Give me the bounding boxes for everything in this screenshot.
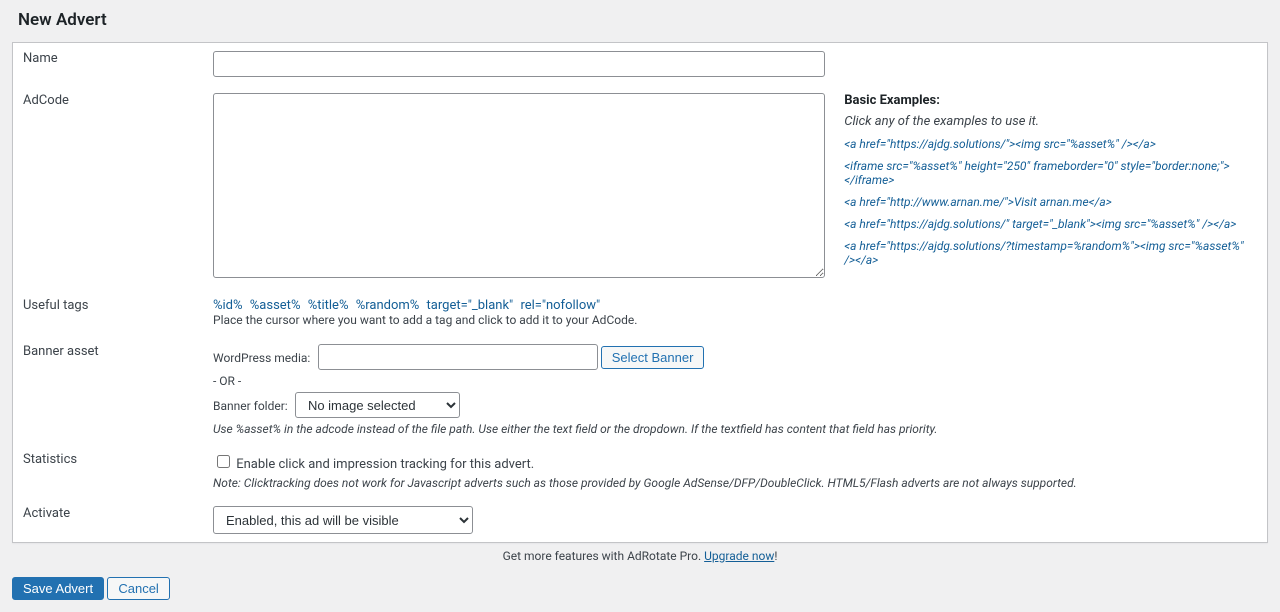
banner-folder-label: Banner folder: — [213, 399, 288, 413]
or-divider: - OR - — [213, 374, 1257, 388]
examples-panel: Basic Examples: Click any of the example… — [828, 93, 1248, 267]
tag-link[interactable]: %asset% — [250, 298, 301, 313]
tag-link[interactable]: %title% — [308, 298, 349, 313]
upgrade-link[interactable]: Upgrade now — [704, 549, 774, 563]
name-input[interactable] — [213, 51, 825, 77]
upgrade-footer: Get more features with AdRotate Pro. Upg… — [12, 549, 1268, 563]
usefultags-label: Useful tags — [13, 290, 203, 336]
examples-hint: Click any of the examples to use it. — [844, 114, 1039, 129]
cancel-button[interactable]: Cancel — [107, 577, 169, 600]
statistics-label: Statistics — [13, 444, 203, 498]
advert-form: Name AdCode Basic Examples: Click any of… — [12, 42, 1268, 543]
activate-label: Activate — [13, 498, 203, 542]
example-link[interactable]: <iframe src="%asset%" height="250" frame… — [844, 159, 1248, 187]
adcode-textarea[interactable] — [213, 93, 825, 278]
wp-media-label: WordPress media: — [213, 351, 310, 365]
example-link[interactable]: <a href="http://www.arnan.me/">Visit arn… — [844, 195, 1248, 209]
banner-note: Use %asset% in the adcode instead of the… — [213, 422, 1257, 436]
upgrade-text: Get more features with AdRotate Pro. — [503, 549, 705, 563]
form-actions: Save Advert Cancel — [12, 577, 1268, 600]
name-label: Name — [13, 43, 203, 85]
save-button[interactable]: Save Advert — [12, 577, 104, 600]
wp-media-input[interactable] — [318, 344, 598, 370]
examples-title: Basic Examples: — [844, 93, 1248, 108]
statistics-checkbox-text: Enable click and impression tracking for… — [236, 457, 534, 472]
page-title: New Advert — [18, 10, 1268, 30]
tag-link[interactable]: rel="nofollow" — [520, 298, 600, 313]
upgrade-bang: ! — [774, 549, 777, 563]
statistics-checkbox-label[interactable]: Enable click and impression tracking for… — [213, 457, 534, 472]
select-banner-button[interactable]: Select Banner — [601, 346, 705, 369]
activate-select[interactable]: Enabled, this ad will be visible — [213, 506, 473, 534]
tag-link[interactable]: target="_blank" — [427, 298, 514, 313]
statistics-note: Note: Clicktracking does not work for Ja… — [213, 476, 1257, 490]
banner-folder-select[interactable]: No image selected — [295, 392, 460, 418]
tag-link[interactable]: %id% — [213, 298, 243, 313]
example-link[interactable]: <a href="https://ajdg.solutions/"><img s… — [844, 137, 1248, 151]
statistics-checkbox[interactable] — [217, 455, 230, 468]
example-link[interactable]: <a href="https://ajdg.solutions/?timesta… — [844, 239, 1248, 267]
example-link[interactable]: <a href="https://ajdg.solutions/" target… — [844, 217, 1248, 231]
banner-label: Banner asset — [13, 336, 203, 444]
adcode-label: AdCode — [13, 85, 203, 290]
tags-desc: Place the cursor where you want to add a… — [213, 313, 637, 327]
tag-link[interactable]: %random% — [356, 298, 420, 313]
